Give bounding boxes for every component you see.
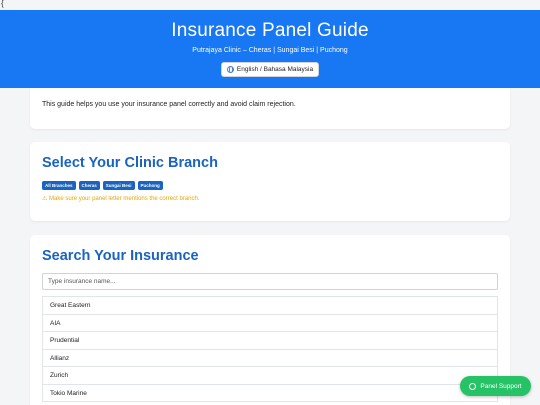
intro-card: This guide helps you use your insurance … [30,88,510,129]
branch-chip-sungai-besi[interactable]: Sungai Besi [102,181,135,190]
branch-warning: ⚠ Make sure your panel letter mentions t… [42,196,200,202]
insurance-item-zurich[interactable]: Zurich [43,367,497,385]
page-title: Insurance Panel Guide [171,20,369,41]
insurance-list: Great Eastern AIA Prudential Allianz Zur… [42,296,498,402]
search-section-title: Search Your Insurance [42,248,199,264]
branch-section-title: Select Your Clinic Branch [42,155,218,171]
branch-card: Select Your Clinic Branch All Branches C… [30,142,510,221]
language-toggle-label: English / Bahasa Malaysia [236,66,314,73]
insurance-item-prudential[interactable]: Prudential [43,332,497,350]
branch-filter-group: All Branches Cheras Sungai Besi Puchong [42,181,510,190]
insurance-item-allianz[interactable]: Allianz [43,350,497,367]
insurance-item-aia[interactable]: AIA [43,315,497,332]
insurance-search-input[interactable] [42,273,498,290]
page-header: Insurance Panel Guide Putrajaya Clinic –… [0,10,540,88]
branch-chip-cheras[interactable]: Cheras [78,181,100,190]
panel-support-label: Panel Support [480,382,522,390]
stray-brace: { [1,0,4,8]
insurance-item-tokio-marine[interactable]: Tokio Marine [43,385,497,402]
whatsapp-icon [469,382,477,390]
branch-chip-all[interactable]: All Branches [42,181,76,190]
insurance-item-great-eastern[interactable]: Great Eastern [43,297,497,315]
page-subtitle: Putrajaya Clinic – Cheras | Sungai Besi … [192,47,348,54]
language-toggle-button[interactable]: English / Bahasa Malaysia [220,62,320,77]
panel-support-button[interactable]: Panel Support [460,376,531,396]
branch-chip-puchong[interactable]: Puchong [137,181,163,190]
search-card: Search Your Insurance Great Eastern AIA … [30,235,510,405]
globe-icon [226,66,234,73]
intro-text: This guide helps you use your insurance … [42,101,296,108]
